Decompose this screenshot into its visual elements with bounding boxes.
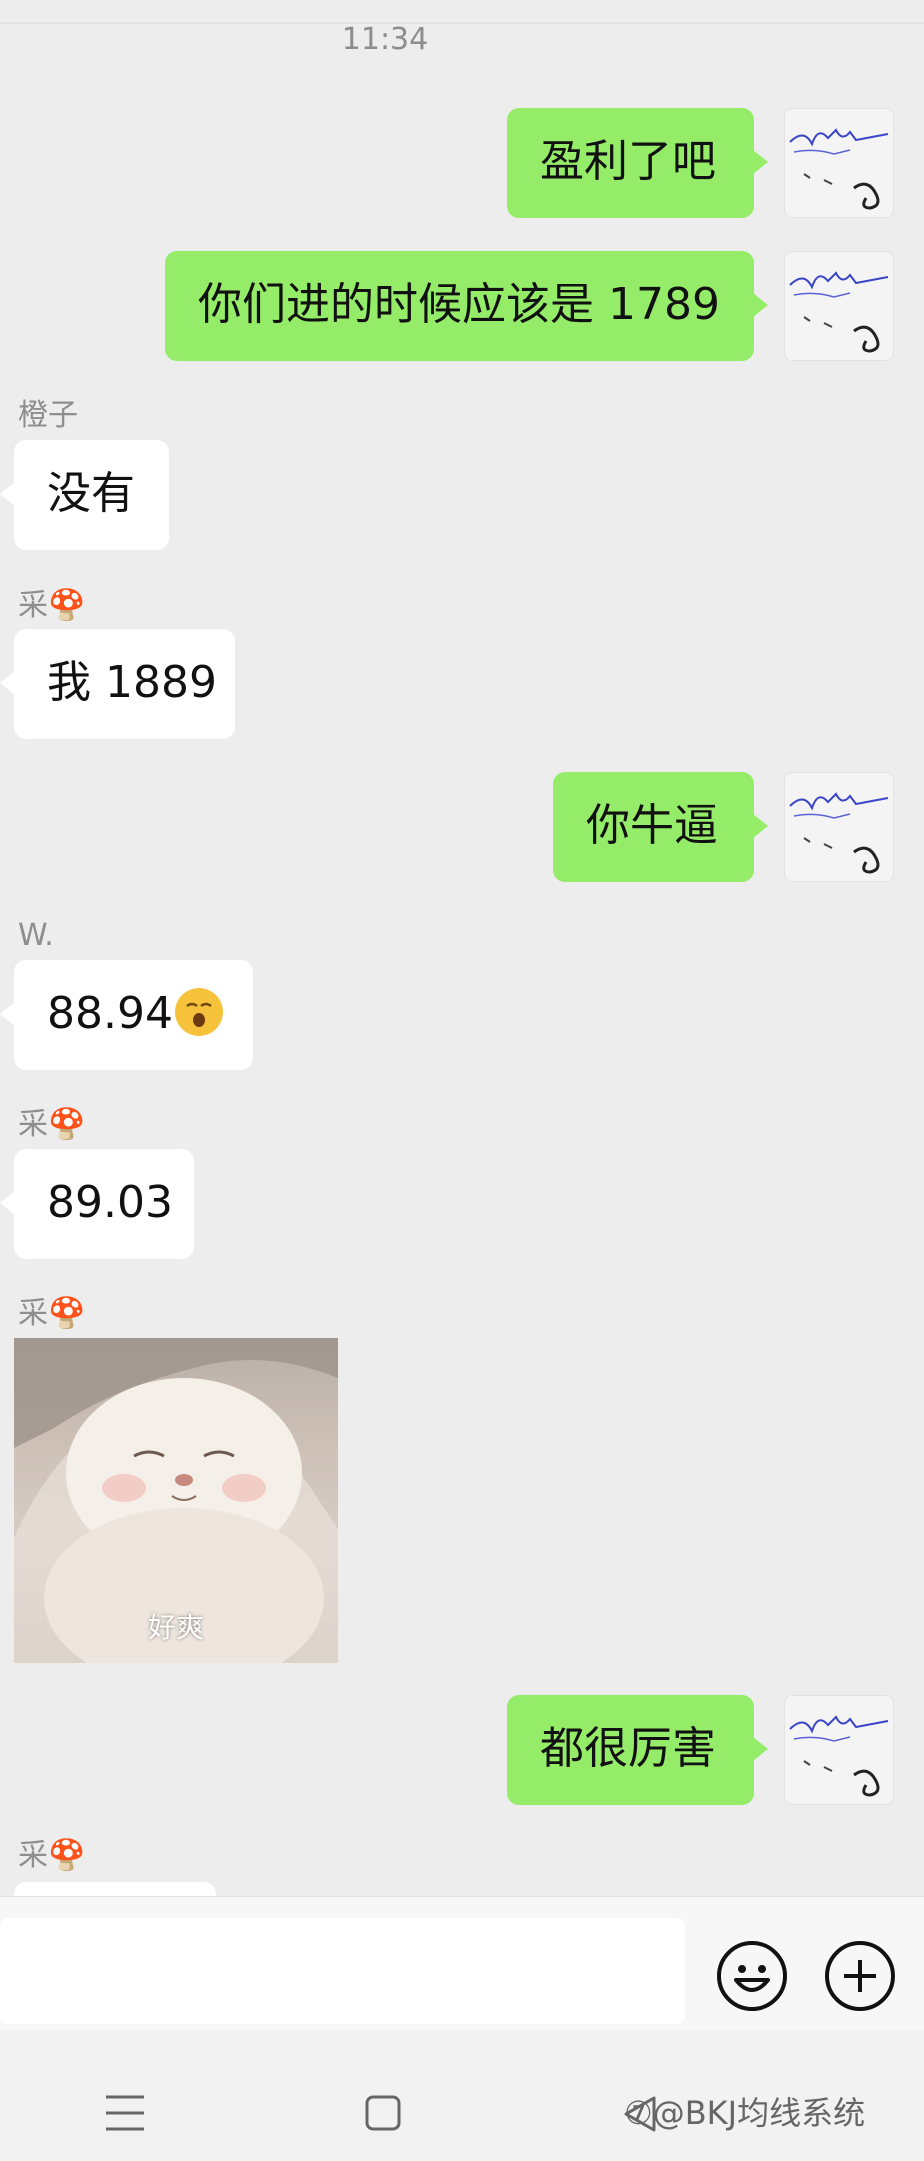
other-message-bubble[interactable]: 88.94 xyxy=(0,960,253,1070)
message-input[interactable] xyxy=(0,1918,685,2024)
smiley-icon xyxy=(717,1941,787,2011)
message-text: 89.03 xyxy=(47,1177,173,1228)
sender-name: 采🍄 xyxy=(18,1296,86,1331)
my-message-bubble[interactable]: 都很厉害 xyxy=(507,1695,768,1805)
message-text: 盈利了吧 xyxy=(540,136,716,187)
other-message-bubble[interactable]: 没有 xyxy=(0,440,169,550)
square-icon xyxy=(365,2095,401,2131)
message-text: 你们进的时候应该是 1789 xyxy=(198,279,720,330)
signature-avatar-image xyxy=(789,792,889,874)
nav-menu-button[interactable] xyxy=(104,2093,146,2137)
sender-name: 采🍄 xyxy=(18,1107,86,1142)
more-button[interactable] xyxy=(824,1940,896,2016)
other-message-bubble[interactable]: 我 1889 xyxy=(0,629,235,739)
plus-circle-icon xyxy=(825,1941,895,2011)
sender-name: W. xyxy=(18,918,54,953)
sender-name: 橙子 xyxy=(18,398,78,433)
emoji-button[interactable] xyxy=(716,1940,788,2016)
my-message-bubble[interactable]: 盈利了吧 xyxy=(507,108,768,218)
signature-avatar-image xyxy=(789,128,889,210)
my-avatar[interactable] xyxy=(784,108,894,218)
yawning-face-emoji-icon xyxy=(174,988,223,1036)
other-message-bubble[interactable]: 89.03 xyxy=(0,1149,194,1259)
sender-name: 采🍄 xyxy=(18,1838,86,1873)
message-text: 你牛逼 xyxy=(586,800,718,851)
my-message-bubble[interactable]: 你牛逼 xyxy=(553,772,768,882)
message-text: 我 1889 xyxy=(47,657,217,708)
message-text: 没有 xyxy=(47,468,135,519)
message-timestamp: 11:34 xyxy=(341,22,429,57)
my-avatar[interactable] xyxy=(784,1695,894,1805)
nav-home-button[interactable] xyxy=(364,2094,402,2136)
my-message-bubble[interactable]: 你们进的时候应该是 1789 xyxy=(165,251,768,361)
message-text: 都很厉害 xyxy=(540,1723,716,1774)
sticker-caption: 好爽 xyxy=(147,1611,204,1644)
cat-sticker-image[interactable]: 好爽 xyxy=(14,1338,338,1663)
signature-avatar-image xyxy=(789,1715,889,1797)
signature-avatar-image xyxy=(789,271,889,353)
sender-name: 采🍄 xyxy=(18,588,86,623)
watermark-text: ⑦@BKJ均线系统 xyxy=(624,2094,866,2132)
message-text: 88.94 xyxy=(47,988,173,1039)
menu-icon xyxy=(106,2095,144,2131)
my-avatar[interactable] xyxy=(784,772,894,882)
my-avatar[interactable] xyxy=(784,251,894,361)
